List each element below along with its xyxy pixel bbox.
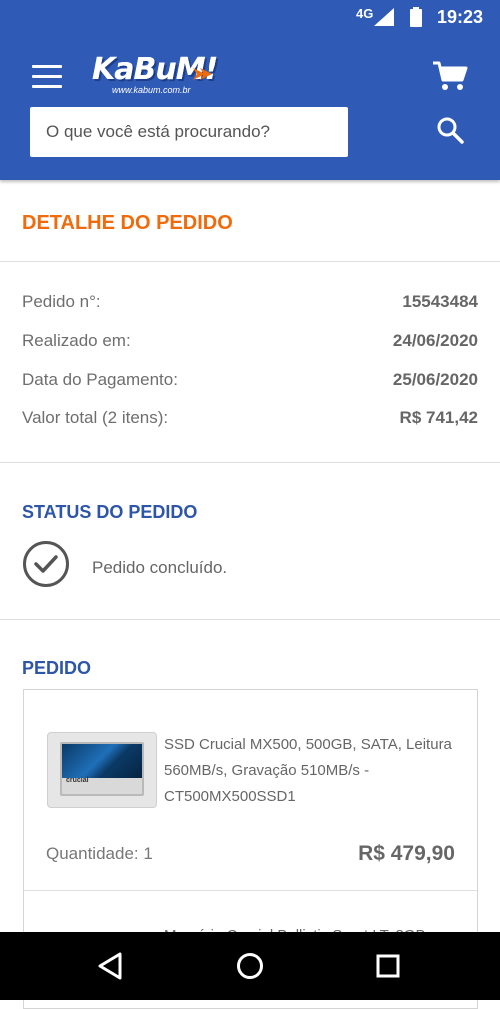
home-icon[interactable] [232, 948, 268, 984]
app-header: KaBuM! www.kabum.com.br [0, 36, 500, 180]
search-icon[interactable] [436, 116, 464, 144]
payment-date-label: Data do Pagamento: [22, 370, 178, 389]
order-status-title: STATUS DO PEDIDO [22, 502, 198, 522]
product-name[interactable]: SSD Crucial MX500, 500GB, SATA, Leitura … [164, 732, 454, 810]
recent-apps-icon[interactable] [370, 948, 406, 984]
total-value-label: Valor total (2 itens): [22, 408, 169, 427]
divider [0, 462, 500, 463]
order-items-title: PEDIDO [22, 658, 92, 678]
network-type: 4G [356, 6, 374, 21]
check-circle-icon [23, 541, 69, 587]
signal-icon [374, 8, 394, 26]
battery-icon [410, 7, 422, 27]
order-detail-title: DETALHE DO PEDIDO [22, 212, 233, 234]
clock: 19:23 [437, 7, 484, 27]
order-status-text: Pedido concluído. [92, 558, 228, 577]
menu-icon[interactable] [32, 65, 62, 89]
divider [0, 619, 500, 620]
total-value-row: Valor total (2 itens): R$ 741,42 [22, 408, 478, 432]
logo-subtext: www.kabum.com.br [112, 85, 191, 95]
total-value-value: R$ 741,42 [399, 408, 478, 427]
logo-arrow-icon [193, 68, 212, 80]
payment-date-value: 25/06/2020 [392, 370, 478, 389]
ssd-drive-image: crucial [60, 742, 144, 796]
back-icon[interactable] [92, 948, 128, 984]
order-number-label: Pedido n°: [22, 292, 101, 311]
order-date-row: Realizado em: 24/06/2020 [22, 331, 478, 355]
order-date-value: 24/06/2020 [392, 331, 478, 350]
search-field[interactable] [30, 107, 348, 157]
product-price: R$ 479,90 [358, 842, 455, 865]
divider [0, 261, 500, 262]
payment-date-row: Data do Pagamento: 25/06/2020 [22, 370, 478, 394]
product-image-brand: crucial [66, 777, 89, 784]
product-quantity: Quantidade: 1 [46, 844, 153, 863]
product-image[interactable]: crucial [47, 732, 157, 808]
order-number-row: Pedido n°: 15543484 [22, 292, 478, 316]
search-input[interactable] [44, 121, 334, 143]
order-number-value: 15543484 [402, 292, 478, 311]
order-date-label: Realizado em: [22, 331, 131, 350]
system-nav-bar [0, 932, 500, 1000]
cart-icon[interactable] [432, 60, 468, 92]
divider [24, 890, 477, 891]
status-bar: 4G 19:23 [0, 0, 500, 36]
kabum-logo[interactable]: KaBuM! www.kabum.com.br [88, 52, 218, 98]
